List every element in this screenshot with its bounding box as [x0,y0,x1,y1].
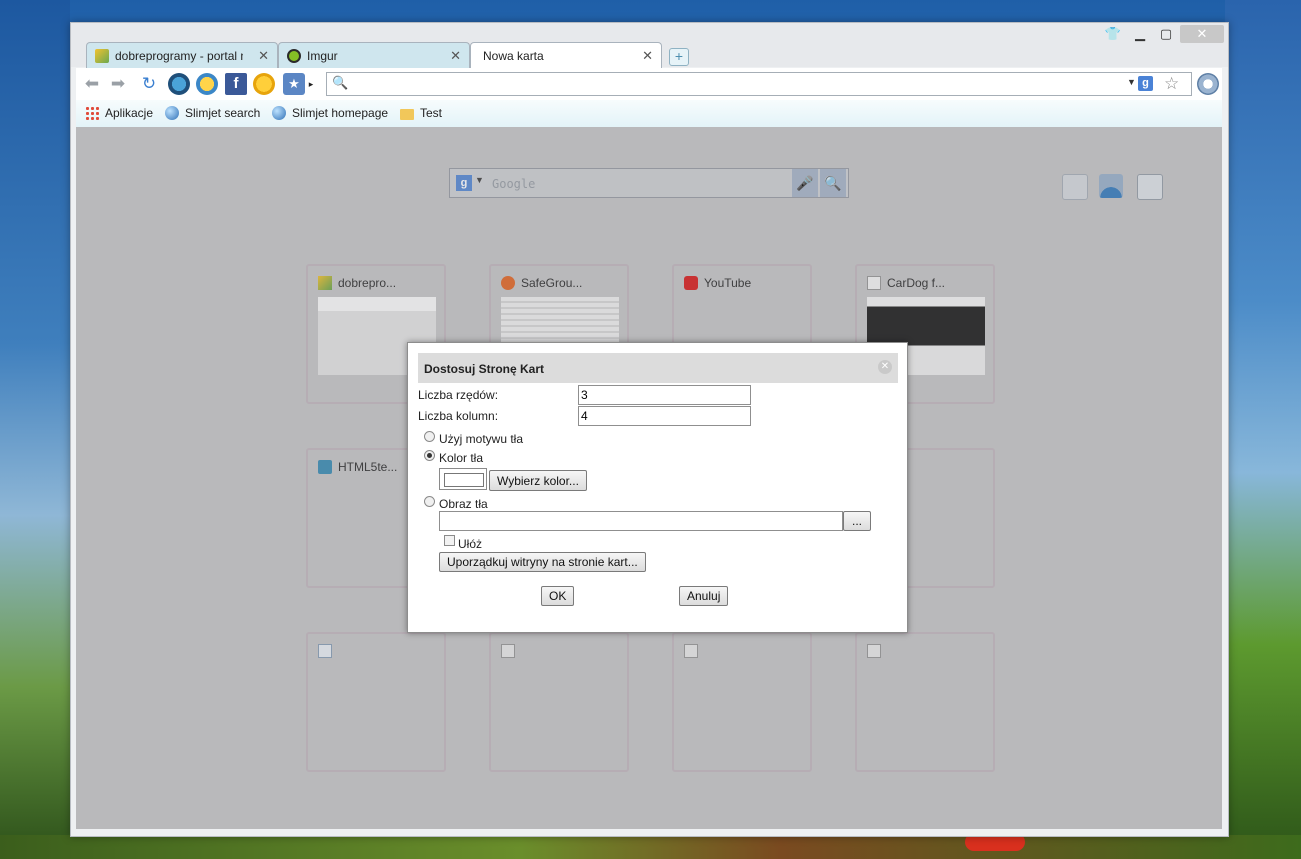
bookmark-label: Slimjet homepage [292,106,389,120]
image-path-input[interactable] [439,511,843,531]
bookmark-star-icon[interactable]: ★ [283,73,305,95]
tab-new-tab[interactable]: Nowa karta ✕ [470,42,662,69]
customize-tab-page-dialog: Dostosuj Stronę Kart ✕ Liczba rzędów: Li… [407,342,908,633]
background-color-label: Kolor tła [439,451,484,465]
search-engine-dropdown-icon[interactable]: ▼ [1127,77,1136,87]
search-icon: 🔍 [332,75,349,90]
bookmark-slimjet-search[interactable]: Slimjet search [165,106,260,120]
desktop-wallpaper-right [1225,0,1301,859]
maximize-button[interactable]: ▢ [1155,25,1177,43]
extensions-chevron-icon[interactable]: ▸ [306,74,316,94]
dialog-close-icon[interactable]: ✕ [878,360,892,374]
new-tab-button[interactable]: + [669,48,689,66]
tab-label: Imgur [307,49,338,63]
google-engine-icon[interactable]: g [1138,76,1153,91]
reload-icon[interactable]: ↻ [139,74,159,94]
tab-close-icon[interactable]: ✕ [258,48,269,64]
address-bar[interactable]: 🔍 ▼ g ☆ [326,72,1192,96]
toolbar: ⬅ ➡ ↻ f ★ ▸ 🔍 ▼ g ☆ [76,68,1222,100]
download-icon[interactable] [168,73,190,95]
lightbulb-icon[interactable] [196,73,218,95]
tile-label: Ułóż [458,537,483,551]
apps-grid-icon [85,106,99,120]
tab-imgur[interactable]: Imgur ✕ [278,42,470,68]
facebook-icon[interactable]: f [225,73,247,95]
desktop-wallpaper-left [0,0,70,859]
minimize-button[interactable]: ▁ [1129,25,1151,43]
theme-shirt-icon[interactable]: 👕 [1103,25,1123,43]
forward-arrow-icon[interactable]: ➡ [108,74,128,94]
folder-icon [400,109,414,120]
choose-color-button[interactable]: Wybierz kolor... [489,470,587,491]
background-color-radio[interactable] [424,450,435,461]
rows-input[interactable] [578,385,751,405]
use-theme-label: Użyj motywu tła [439,432,524,446]
back-arrow-icon[interactable]: ⬅ [82,74,102,94]
tab-close-icon[interactable]: ✕ [642,48,653,64]
title-bar: 👕 ▁ ▢ ✕ dobreprogramy - portal ni ✕ Imgu… [71,23,1228,69]
use-theme-radio[interactable] [424,431,435,442]
cancel-button[interactable]: Anuluj [679,586,729,606]
dialog-title: Dostosuj Stronę Kart [424,362,545,376]
ok-button[interactable]: OK [541,586,575,606]
tile-checkbox[interactable] [444,535,455,546]
background-image-radio[interactable] [424,496,435,507]
globe-icon [165,106,179,120]
bookmark-slimjet-homepage[interactable]: Slimjet homepage [272,106,388,120]
browse-button[interactable]: ... [843,511,871,531]
tab-dobreprogramy[interactable]: dobreprogramy - portal ni ✕ [86,42,278,68]
columns-input[interactable] [578,406,751,426]
bookmark-folder-test[interactable]: Test [400,106,442,120]
bookmark-apps[interactable]: Aplikacje [85,106,153,120]
close-window-button[interactable]: ✕ [1180,25,1224,43]
weather-icon[interactable] [253,73,275,95]
dialog-header: Dostosuj Stronę Kart ✕ [418,353,898,383]
tab-close-icon[interactable]: ✕ [450,48,461,64]
address-input[interactable] [349,76,1113,94]
bookmark-label: Slimjet search [185,106,261,120]
bookmark-label: Test [420,106,443,120]
color-swatch[interactable] [439,468,487,490]
tab-label: dobreprogramy - portal ni [115,49,243,63]
bookmarks-bar: Aplikacje Slimjet search Slimjet homepag… [76,100,1222,128]
tab-label: Nowa karta [483,49,544,63]
background-image-label: Obraz tła [439,497,488,511]
imgur-favicon-icon [287,49,301,63]
globe-icon [272,106,286,120]
bookmark-star-outline-icon[interactable]: ☆ [1164,74,1179,94]
arrange-sites-button[interactable]: Uporządkuj witryny na stronie kart... [439,552,646,572]
columns-label: Liczba kolumn: [418,409,499,423]
rows-label: Liczba rzędów: [418,388,499,402]
bookmark-label: Aplikacje [105,106,154,120]
desktop-wallpaper-bottom [0,833,1301,859]
browser-menu-icon[interactable] [1197,73,1219,95]
dobreprogramy-favicon-icon [95,49,109,63]
